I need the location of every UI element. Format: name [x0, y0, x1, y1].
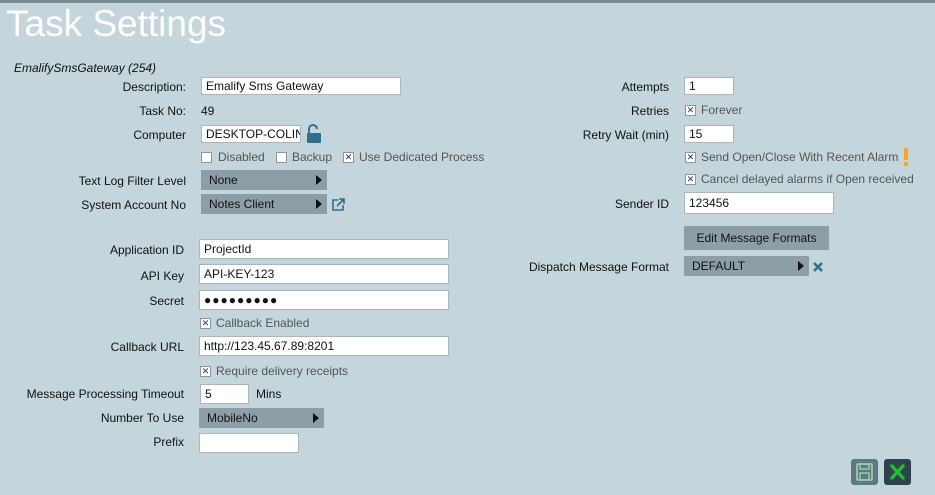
cancel-delayed-checkbox[interactable]: ✕ — [685, 174, 696, 185]
chevron-right-icon — [316, 175, 322, 185]
log-filter-value: None — [209, 173, 238, 187]
backup-label: Backup — [292, 150, 333, 164]
computer-input[interactable]: DESKTOP-COLIN — [201, 125, 301, 143]
disabled-checkbox[interactable] — [201, 152, 212, 163]
number-to-use-dropdown[interactable]: MobileNo — [199, 408, 324, 428]
application-id-label: Application ID — [109, 243, 184, 257]
dispatch-format-value: DEFAULT — [692, 259, 746, 273]
require-receipts-label: Require delivery receipts — [216, 364, 349, 378]
task-subtitle: EmalifySmsGateway (254) — [14, 61, 157, 75]
page-title: Task Settings — [6, 3, 227, 44]
dedicated-process-checkbox[interactable]: ✕ — [343, 152, 354, 163]
close-button[interactable] — [884, 459, 911, 485]
secret-input[interactable]: ●●●●●●●●● — [199, 290, 449, 310]
system-account-value: Notes Client — [209, 197, 275, 211]
dispatch-format-dropdown[interactable]: DEFAULT — [684, 256, 809, 276]
send-open-close-checkbox[interactable]: ✕ — [685, 152, 696, 163]
external-link-icon[interactable] — [331, 197, 346, 212]
chevron-right-icon — [798, 261, 804, 271]
retry-wait-label: Retry Wait (min) — [582, 128, 669, 142]
prefix-input[interactable] — [199, 433, 299, 453]
system-account-label: System Account No — [81, 198, 186, 212]
save-icon — [856, 463, 873, 481]
forever-label: Forever — [701, 103, 743, 117]
callback-enabled-checkbox[interactable]: ✕ — [200, 318, 211, 329]
unlock-icon[interactable] — [305, 124, 323, 144]
timeout-label: Message Processing Timeout — [26, 387, 184, 401]
forever-checkbox[interactable]: ✕ — [685, 105, 696, 116]
log-filter-dropdown[interactable]: None — [201, 170, 327, 190]
api-key-label: API Key — [140, 269, 184, 283]
edit-message-formats-button[interactable]: Edit Message Formats — [684, 226, 829, 250]
description-input[interactable]: Emalify Sms Gateway — [201, 77, 401, 95]
system-account-dropdown[interactable]: Notes Client — [201, 194, 327, 214]
cancel-delayed-label: Cancel delayed alarms if Open received — [701, 172, 914, 186]
dispatch-format-label: Dispatch Message Format — [528, 260, 669, 274]
timeout-input[interactable]: 5 — [200, 384, 249, 404]
application-id-input[interactable]: ProjectId — [199, 239, 449, 259]
disabled-label: Disabled — [218, 150, 265, 164]
task-no-value: 49 — [201, 104, 215, 118]
warning-icon — [902, 147, 910, 167]
api-key-input[interactable]: API-KEY-123 — [199, 264, 449, 284]
computer-label: Computer — [133, 128, 186, 142]
description-label: Description: — [122, 80, 186, 94]
close-icon — [890, 464, 905, 480]
save-button[interactable] — [851, 459, 878, 485]
chevron-right-icon — [313, 413, 319, 423]
callback-url-input[interactable]: http://123.45.67.89:8201 — [199, 336, 449, 356]
timeout-unit: Mins — [256, 387, 282, 401]
sender-id-label: Sender ID — [614, 197, 669, 211]
sender-id-input[interactable]: 123456 — [684, 192, 834, 214]
number-to-use-label: Number To Use — [100, 411, 184, 425]
callback-url-label: Callback URL — [110, 340, 184, 354]
secret-label: Secret — [149, 294, 184, 308]
attempts-label: Attempts — [621, 80, 669, 94]
attempts-input[interactable]: 1 — [684, 77, 734, 95]
require-receipts-checkbox[interactable]: ✕ — [200, 366, 211, 377]
send-open-close-label: Send Open/Close With Recent Alarm — [701, 150, 899, 164]
callback-enabled-label: Callback Enabled — [216, 316, 310, 330]
chevron-right-icon — [316, 199, 322, 209]
task-no-label: Task No: — [139, 104, 186, 118]
clear-x-icon[interactable] — [812, 261, 824, 273]
log-filter-label: Text Log Filter Level — [78, 174, 186, 188]
backup-checkbox[interactable] — [276, 152, 287, 163]
retries-label: Retries — [630, 104, 669, 118]
number-to-use-value: MobileNo — [207, 411, 258, 425]
retry-wait-input[interactable]: 15 — [684, 125, 734, 143]
prefix-label: Prefix — [153, 435, 184, 449]
dedicated-process-label: Use Dedicated Process — [359, 150, 485, 164]
